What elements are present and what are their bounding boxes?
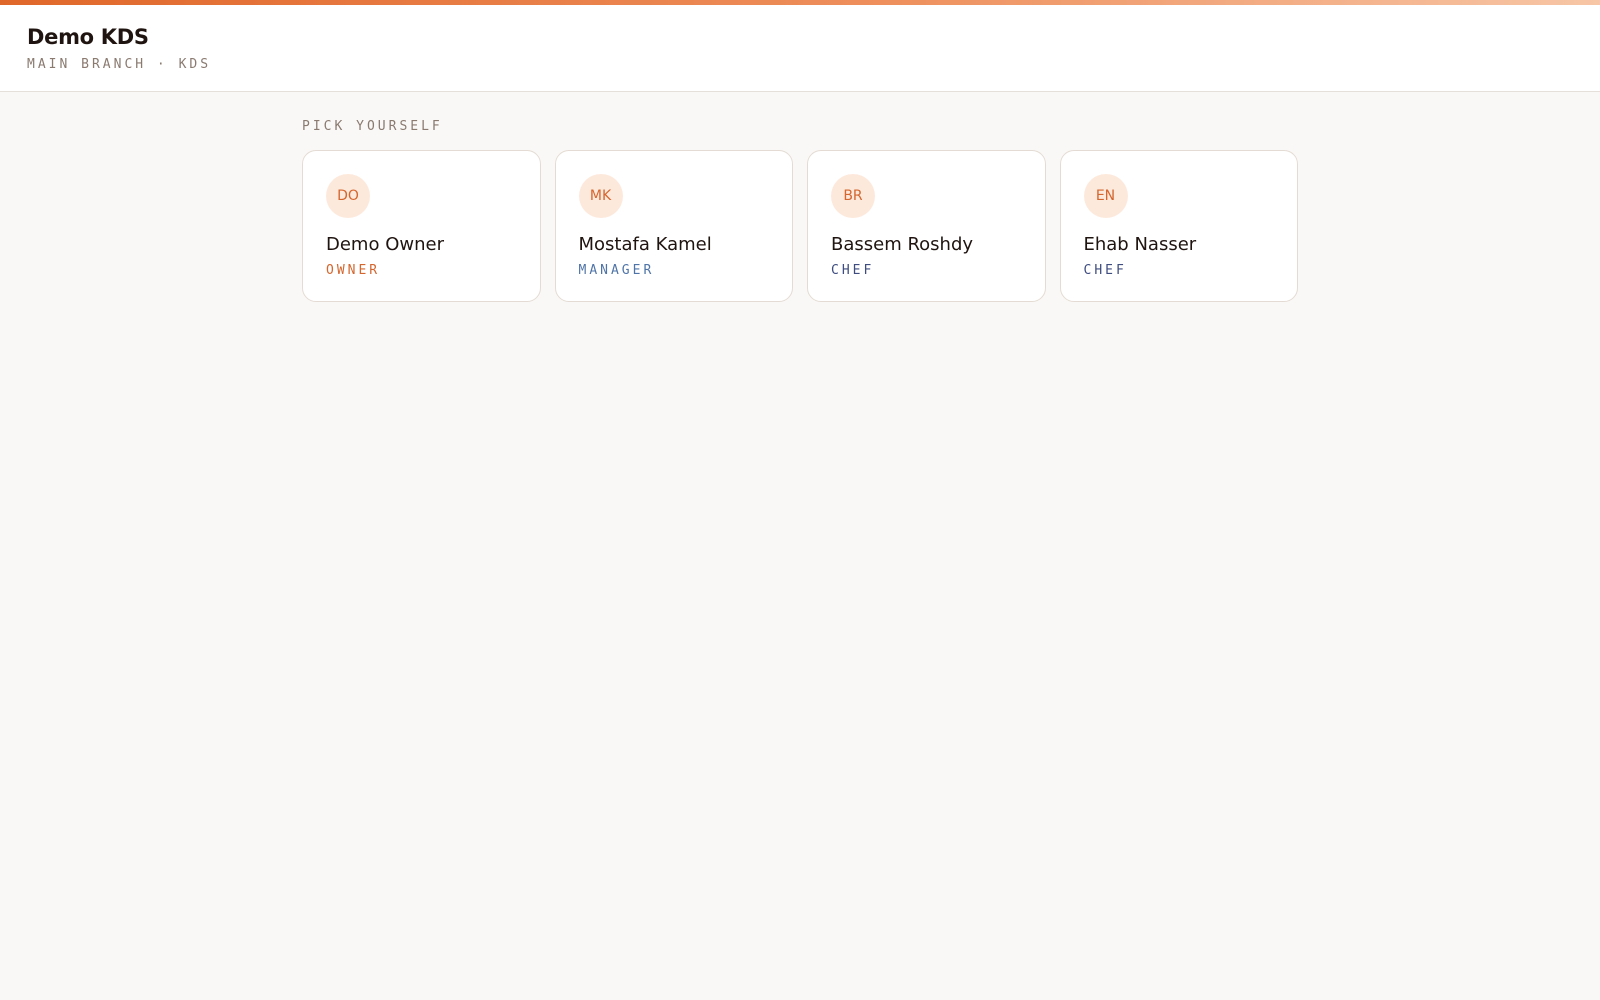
person-card[interactable]: MK Mostafa Kamel MANAGER <box>554 150 793 302</box>
section-label: PICK YOURSELF <box>302 119 443 134</box>
person-name: Bassem Roshdy <box>831 234 974 255</box>
people-card-list: DO Demo Owner OWNER MK Mostafa Kamel MAN… <box>302 150 1298 302</box>
person-card[interactable]: EN Ehab Nasser CHEF <box>1059 150 1298 302</box>
person-role: OWNER <box>326 263 381 278</box>
person-role: CHEF <box>831 263 875 278</box>
avatar: EN <box>1083 174 1128 218</box>
avatar: MK <box>578 174 623 218</box>
avatar: DO <box>326 174 370 218</box>
avatar: BR <box>831 174 875 218</box>
person-name: Mostafa Kamel <box>578 234 712 255</box>
person-role: CHEF <box>1083 263 1127 278</box>
person-card[interactable]: BR Bassem Roshdy CHEF <box>807 150 1046 302</box>
person-name: Demo Owner <box>326 234 444 255</box>
person-card[interactable]: DO Demo Owner OWNER <box>302 150 541 302</box>
main-content: PICK YOURSELF DO Demo Owner OWNER MK Mos… <box>302 118 1298 302</box>
branch-subtitle: MAIN BRANCH · KDS <box>27 57 212 72</box>
app-title: Demo KDS <box>27 25 149 49</box>
app-header: Demo KDS MAIN BRANCH · KDS <box>0 5 1600 92</box>
person-name: Ehab Nasser <box>1083 234 1197 255</box>
person-role: MANAGER <box>578 263 655 278</box>
